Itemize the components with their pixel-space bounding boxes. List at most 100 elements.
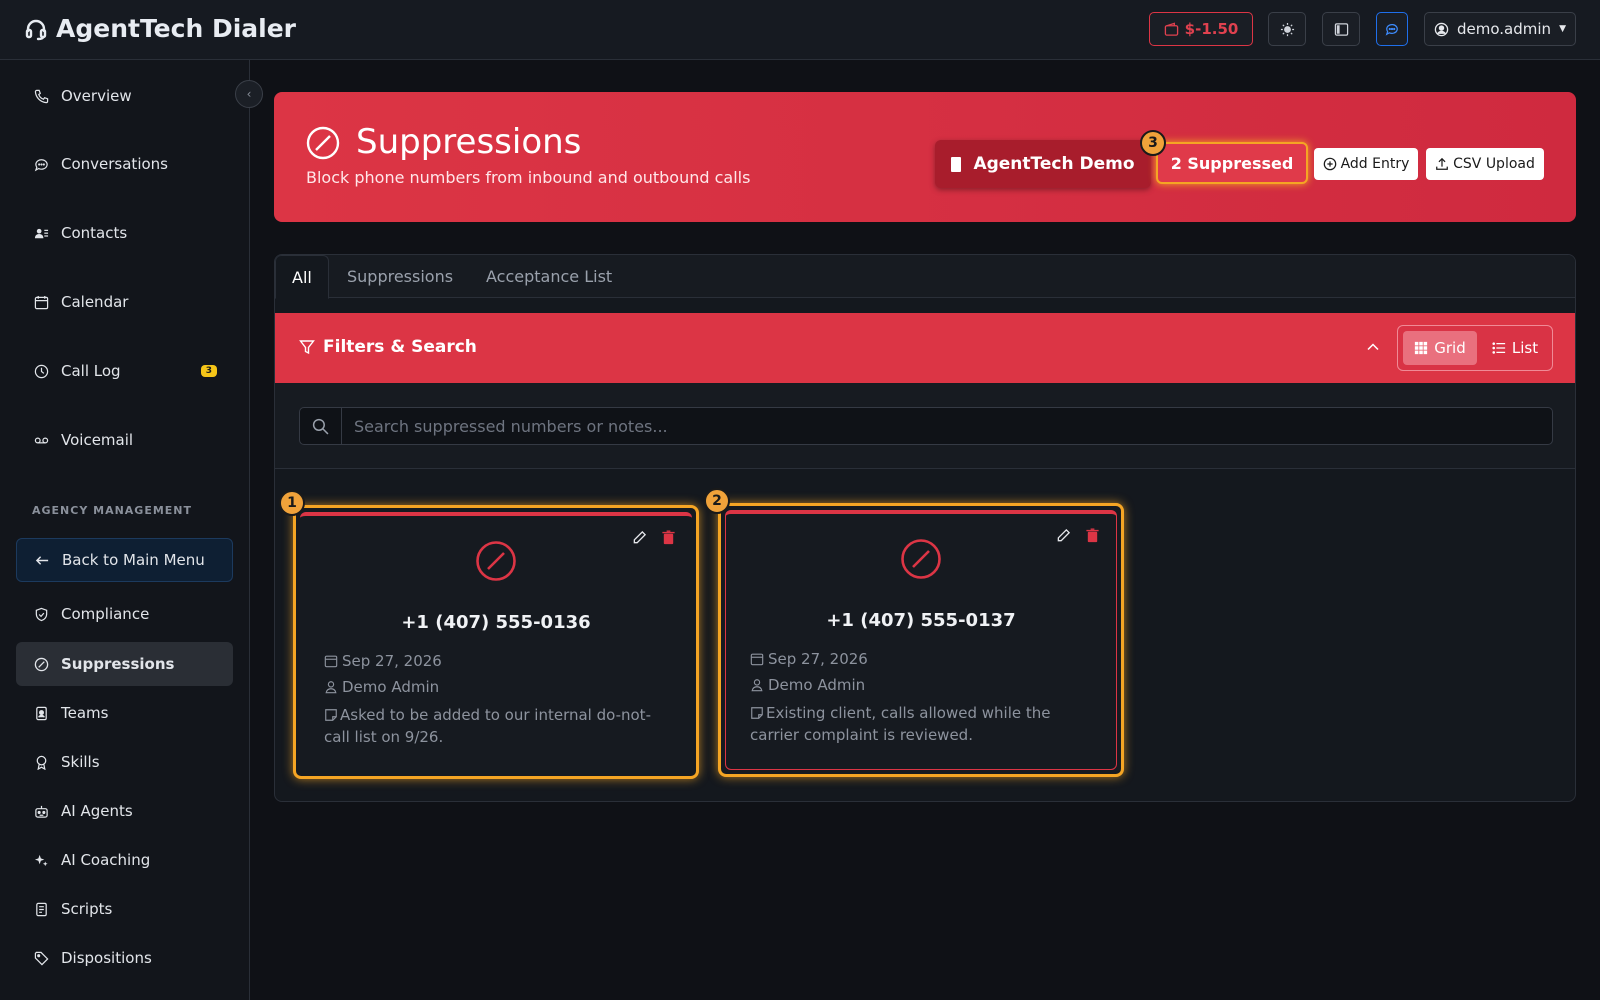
chevron-left-icon: ‹ xyxy=(246,87,252,101)
tag-icon xyxy=(34,951,49,965)
search-input[interactable] xyxy=(342,408,1552,444)
chevron-up-icon[interactable] xyxy=(1365,339,1381,355)
tab-all[interactable]: All xyxy=(275,255,329,299)
balance-value: $-1.50 xyxy=(1184,20,1239,38)
suppression-card[interactable]: +1 (407) 555-0136 Sep 27, 2026 Demo Admi… xyxy=(293,505,699,779)
filters-title[interactable]: Filters & Search xyxy=(299,337,477,357)
sidebar-item-label: Overview xyxy=(61,87,132,105)
list-icon xyxy=(1492,342,1505,354)
suppression-card[interactable]: +1 (407) 555-0137 Sep 27, 2026 Demo Admi… xyxy=(718,503,1124,777)
trash-icon[interactable] xyxy=(1085,528,1100,543)
sidebar-item-voicemail[interactable]: Voicemail xyxy=(16,418,233,462)
ban-icon xyxy=(306,126,340,160)
sidebar-item-label: Skills xyxy=(61,753,100,771)
sidebar-item-label: Scripts xyxy=(61,900,113,918)
sidebar-item-suppressions[interactable]: Suppressions xyxy=(16,642,233,686)
pencil-icon[interactable] xyxy=(632,530,647,545)
card-date-value: Sep 27, 2026 xyxy=(768,650,868,668)
sidebar-item-label: AI Coaching xyxy=(61,851,151,869)
card-body: +1 (407) 555-0136 Sep 27, 2026 Demo Admi… xyxy=(300,512,692,772)
arrow-left-icon xyxy=(35,555,49,565)
shield-icon xyxy=(35,607,48,621)
organization-name: AgentTech Demo xyxy=(973,154,1135,174)
sidebar-item-label: Calendar xyxy=(61,293,129,311)
user-menu-button[interactable]: demo.admin ▼ xyxy=(1424,12,1576,46)
annotation-marker: 3 xyxy=(1140,130,1166,156)
theme-toggle-button[interactable] xyxy=(1268,12,1306,46)
grid-view-label: Grid xyxy=(1434,339,1466,357)
balance-button[interactable]: $-1.50 xyxy=(1149,12,1253,46)
sidebar-item-label: Teams xyxy=(61,704,109,722)
sidebar-item-conversations[interactable]: Conversations xyxy=(16,142,233,186)
user-circle-icon xyxy=(1434,22,1449,36)
grid-view-button[interactable]: Grid xyxy=(1403,331,1477,365)
chat-icon xyxy=(34,158,48,171)
sidebar: Overview Conversations Contacts Calendar… xyxy=(0,60,250,1000)
person-icon xyxy=(751,679,763,692)
card-author: Demo Admin xyxy=(324,678,439,696)
section-label-agency: AGENCY MANAGEMENT xyxy=(32,504,193,517)
app-brand[interactable]: AgentTech Dialer xyxy=(24,14,296,43)
sidebar-item-ai-coaching[interactable]: AI Coaching xyxy=(16,838,233,882)
sidebar-item-teams[interactable]: Teams xyxy=(16,691,233,735)
sidebar-item-overview[interactable]: Overview xyxy=(16,74,233,118)
funnel-icon xyxy=(299,340,315,355)
sidebar-item-ai-agents[interactable]: AI Agents xyxy=(16,789,233,833)
sidebar-item-calendar[interactable]: Calendar xyxy=(16,280,233,324)
pencil-icon[interactable] xyxy=(1056,528,1071,543)
card-author-value: Demo Admin xyxy=(342,678,440,696)
note-icon xyxy=(751,707,763,719)
sidebar-item-call-log[interactable]: Call Log 3 xyxy=(16,349,233,393)
sidebar-item-dispositions[interactable]: Dispositions xyxy=(16,936,233,980)
csv-upload-button[interactable]: CSV Upload xyxy=(1426,148,1544,180)
chat-button[interactable] xyxy=(1376,12,1408,46)
card-actions xyxy=(632,530,676,545)
card-note-text: Asked to be added to our internal do-not… xyxy=(324,706,651,746)
page-title: Suppressions xyxy=(356,122,582,162)
sidebar-item-scripts[interactable]: Scripts xyxy=(16,887,233,931)
sidebar-item-compliance[interactable]: Compliance xyxy=(16,592,233,636)
card-date: Sep 27, 2026 xyxy=(750,650,868,668)
tab-acceptance-list[interactable]: Acceptance List xyxy=(486,255,612,298)
card-author: Demo Admin xyxy=(750,676,865,694)
sidebar-item-label: Back to Main Menu xyxy=(62,551,205,569)
app-title: AgentTech Dialer xyxy=(56,14,297,43)
card-body: +1 (407) 555-0137 Sep 27, 2026 Demo Admi… xyxy=(725,510,1117,770)
list-view-button[interactable]: List xyxy=(1482,331,1548,365)
organization-button[interactable]: AgentTech Demo xyxy=(935,140,1151,188)
suppressed-count-button[interactable]: 2 Suppressed xyxy=(1156,142,1308,184)
document-icon xyxy=(36,902,47,916)
card-date-value: Sep 27, 2026 xyxy=(342,652,442,670)
sidebar-item-back-to-main-menu[interactable]: Back to Main Menu xyxy=(16,538,233,582)
upload-icon xyxy=(1436,157,1448,170)
plus-circle-icon xyxy=(1323,157,1336,171)
calendar-icon xyxy=(34,295,49,309)
add-entry-button[interactable]: Add Entry xyxy=(1314,148,1418,180)
phone-icon xyxy=(34,89,49,103)
card-actions xyxy=(1056,528,1100,543)
tab-suppressions[interactable]: Suppressions xyxy=(347,255,453,298)
sun-icon xyxy=(1280,22,1294,36)
sidebar-item-contacts[interactable]: Contacts xyxy=(16,211,233,255)
list-view-label: List xyxy=(1511,339,1539,357)
badge-icon xyxy=(36,706,47,720)
phone-number: +1 (407) 555-0136 xyxy=(401,612,591,633)
sidebar-item-label: Conversations xyxy=(61,155,168,173)
contacts-icon xyxy=(34,228,49,238)
trash-icon[interactable] xyxy=(661,530,676,545)
search-row xyxy=(275,383,1575,469)
note-icon xyxy=(325,709,337,721)
sidebar-collapse-button[interactable]: ‹ xyxy=(235,80,263,108)
sparkle-icon xyxy=(34,854,48,866)
calendar-icon xyxy=(324,655,338,668)
card-note-text: Existing client, calls allowed while the… xyxy=(750,704,1051,744)
sidebar-item-label: Voicemail xyxy=(61,431,134,449)
card-note: Existing client, calls allowed while the… xyxy=(750,702,1092,746)
user-name: demo.admin xyxy=(1457,20,1552,38)
award-icon xyxy=(36,755,47,770)
ban-icon xyxy=(476,541,516,581)
layout-toggle-button[interactable] xyxy=(1322,12,1360,46)
sidebar-item-skills[interactable]: Skills xyxy=(16,740,233,784)
calendar-icon xyxy=(750,653,764,666)
filters-header: Filters & Search Grid List xyxy=(275,313,1575,383)
